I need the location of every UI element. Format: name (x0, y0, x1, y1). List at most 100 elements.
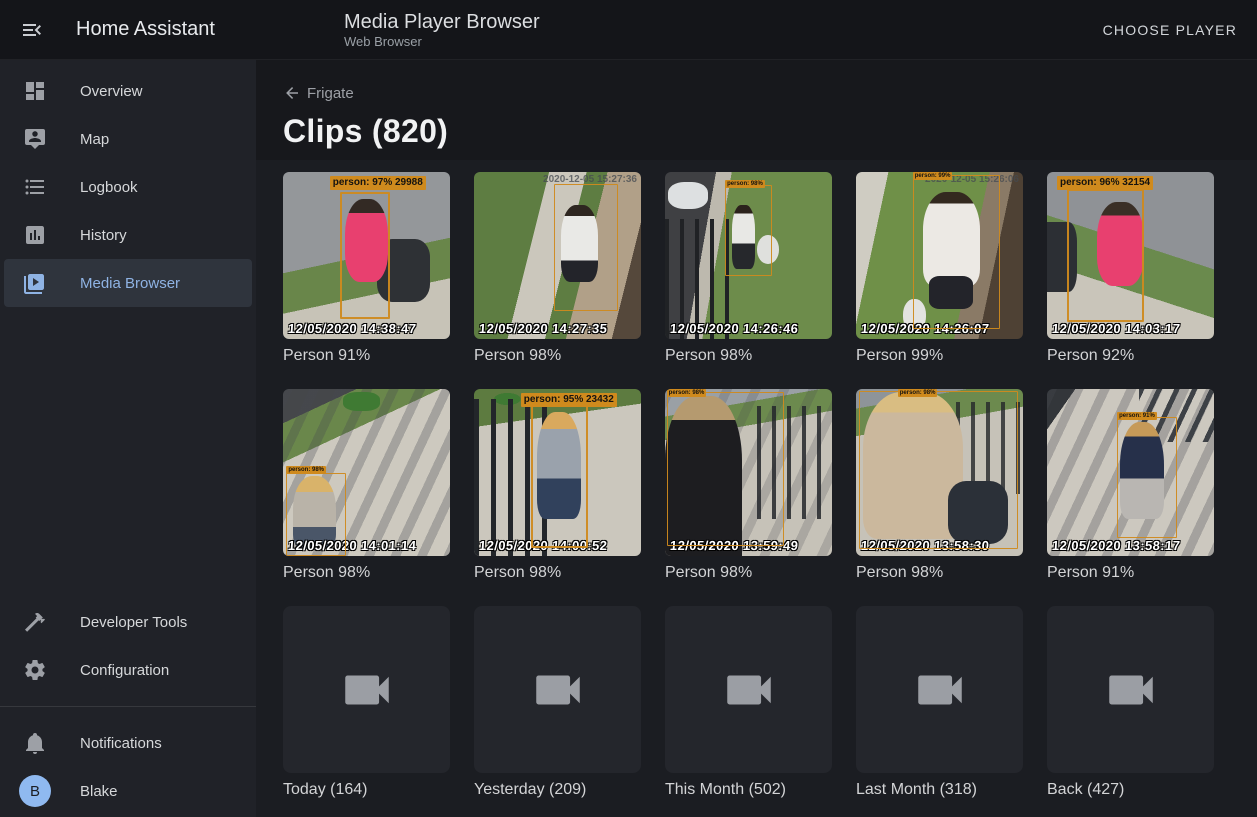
play-box-multiple-icon (23, 271, 47, 295)
sidebar-item-configuration[interactable]: Configuration (4, 646, 252, 694)
sidebar-divider (0, 706, 256, 707)
clip-card[interactable]: 2020-12-05 15:27:36 12/05/2020 14:27:35 … (474, 172, 641, 365)
detection-bounding-box (725, 185, 772, 275)
folder-card-yesterday[interactable]: Yesterday (209) (474, 606, 641, 799)
video-camera-icon (911, 661, 969, 719)
clip-card[interactable]: person: 98% 12/05/2020 13:59:49 Person 9… (665, 389, 832, 582)
clip-card[interactable]: person: 98% 12/05/2020 14:01:14 Person 9… (283, 389, 450, 582)
sidebar-item-label: Logbook (80, 179, 138, 196)
clip-card[interactable]: person: 95% 23432 12/05/2020 14:00:52 Pe… (474, 389, 641, 582)
sidebar-item-label: Map (80, 131, 109, 148)
choose-player-button[interactable]: CHOOSE PLAYER (1083, 22, 1257, 38)
bar-chart-icon (23, 223, 47, 247)
sidebar-item-overview[interactable]: Overview (4, 67, 252, 115)
timestamp-overlay: 12/05/2020 14:26:46 (669, 321, 798, 336)
folder-label: Back (427) (1047, 781, 1214, 799)
video-camera-icon (720, 661, 778, 719)
clip-thumbnail: person: 98% 12/05/2020 13:58:30 (856, 389, 1023, 556)
app-window: Home Assistant Media Player Browser Web … (0, 0, 1257, 817)
detection-bounding-box (667, 392, 784, 546)
clip-thumbnail: 2020-12-05 15:27:36 12/05/2020 14:27:35 (474, 172, 641, 339)
detection-bounding-box (913, 175, 1000, 329)
folder-label: This Month (502) (665, 781, 832, 799)
clip-thumbnail: person: 98% 12/05/2020 14:01:14 (283, 389, 450, 556)
detection-label: person: 96% 32154 (1057, 176, 1153, 190)
media-grid: person: 97% 29988 12/05/2020 14:38:47 Pe… (283, 172, 1214, 799)
clip-caption: Person 98% (665, 564, 832, 582)
detection-bounding-box (1117, 417, 1177, 537)
detection-label: person: 98% (898, 389, 938, 397)
clip-card[interactable]: person: 98% 12/05/2020 13:58:30 Person 9… (856, 389, 1023, 582)
detection-bounding-box (340, 192, 390, 319)
sidebar-item-user[interactable]: B Blake (4, 767, 252, 815)
breadcrumb[interactable]: Frigate (283, 84, 354, 102)
media-browser-subtitle: Web Browser (344, 34, 540, 50)
detection-bounding-box (531, 404, 588, 548)
detection-bounding-box (554, 184, 617, 311)
bell-icon (23, 731, 47, 755)
folder-thumbnail (856, 606, 1023, 773)
media-browser-header: Media Player Browser Web Browser CHOOSE … (256, 0, 1257, 59)
sidebar-footer: Developer Tools Configuration Notificati… (0, 598, 256, 815)
menu-open-icon[interactable] (20, 18, 44, 42)
video-camera-icon (338, 661, 396, 719)
sidebar-item-logbook[interactable]: Logbook (4, 163, 252, 211)
folder-label: Last Month (318) (856, 781, 1023, 799)
clip-caption: Person 98% (474, 347, 641, 365)
clip-caption: Person 92% (1047, 347, 1214, 365)
clip-card[interactable]: 2020-12-05 15:26:06 person: 99% 12/05/20… (856, 172, 1023, 365)
sidebar-item-developer-tools[interactable]: Developer Tools (4, 598, 252, 646)
folder-label: Yesterday (209) (474, 781, 641, 799)
clip-caption: Person 98% (283, 564, 450, 582)
clip-thumbnail: person: 96% 32154 12/05/2020 14:03:17 (1047, 172, 1214, 339)
clip-card[interactable]: person: 97% 29988 12/05/2020 14:38:47 Pe… (283, 172, 450, 365)
clip-card[interactable]: person: 96% 32154 12/05/2020 14:03:17 Pe… (1047, 172, 1214, 365)
sidebar-item-media-browser[interactable]: Media Browser (4, 259, 252, 307)
detection-label: person: 97% 29988 (330, 176, 426, 190)
timestamp-overlay: 12/05/2020 14:03:17 (1051, 321, 1180, 336)
media-browser-title: Media Player Browser (344, 10, 540, 34)
sidebar-item-label: Overview (80, 83, 143, 100)
sidebar-item-history[interactable]: History (4, 211, 252, 259)
video-camera-icon (529, 661, 587, 719)
folder-card-last-month[interactable]: Last Month (318) (856, 606, 1023, 799)
folder-card-today[interactable]: Today (164) (283, 606, 450, 799)
detection-label: person: 99% (913, 172, 953, 180)
sidebar-item-notifications[interactable]: Notifications (4, 719, 252, 767)
clip-thumbnail: person: 95% 23432 12/05/2020 14:00:52 (474, 389, 641, 556)
detection-label: person: 98% (286, 466, 326, 474)
clip-thumbnail: person: 91% 12/05/2020 13:58:17 (1047, 389, 1214, 556)
detection-bounding-box (286, 473, 346, 557)
breadcrumb-label: Frigate (307, 85, 354, 102)
sidebar-item-map[interactable]: Map (4, 115, 252, 163)
clip-caption: Person 99% (856, 347, 1023, 365)
clip-thumbnail: person: 98% 12/05/2020 13:59:49 (665, 389, 832, 556)
folder-card-back[interactable]: Back (427) (1047, 606, 1214, 799)
detection-label: person: 98% (667, 389, 707, 397)
sidebar-item-label: Media Browser (80, 275, 180, 292)
clip-caption: Person 98% (856, 564, 1023, 582)
folder-label: Today (164) (283, 781, 450, 799)
media-browser-content: Frigate Clips (820) person: 97% 29988 12… (256, 60, 1257, 817)
arrow-left-icon (283, 84, 301, 102)
sidebar-item-label: Developer Tools (80, 614, 187, 631)
app-top-bar: Home Assistant Media Player Browser Web … (0, 0, 1257, 60)
folder-thumbnail (283, 606, 450, 773)
clip-caption: Person 91% (283, 347, 450, 365)
clip-card[interactable]: person: 91% 12/05/2020 13:58:17 Person 9… (1047, 389, 1214, 582)
folder-card-this-month[interactable]: This Month (502) (665, 606, 832, 799)
clip-caption: Person 91% (1047, 564, 1214, 582)
clip-card[interactable]: person: 98% 12/05/2020 14:26:46 Person 9… (665, 172, 832, 365)
detection-label: person: 98% (725, 180, 765, 188)
folder-thumbnail (1047, 606, 1214, 773)
timestamp-overlay: 12/05/2020 14:38:47 (287, 321, 416, 336)
timestamp-overlay: 12/05/2020 14:27:35 (478, 321, 607, 336)
detection-bounding-box (859, 391, 1018, 550)
sidebar-item-label: Configuration (80, 662, 169, 679)
sidebar-item-label: Notifications (80, 735, 162, 752)
clip-caption: Person 98% (665, 347, 832, 365)
detection-label: person: 95% 23432 (521, 393, 617, 407)
sidebar-item-label: History (80, 227, 127, 244)
clip-caption: Person 98% (474, 564, 641, 582)
media-browser-titles: Media Player Browser Web Browser (256, 10, 540, 50)
